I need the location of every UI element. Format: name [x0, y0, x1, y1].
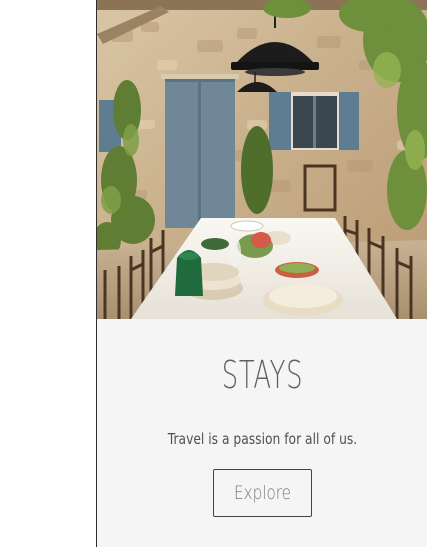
card-content: STAYS Travel is a passion for all of us.… — [97, 319, 427, 547]
page: STAYS Travel is a passion for all of us.… — [0, 0, 427, 547]
card-title: STAYS — [221, 353, 304, 397]
explore-button[interactable]: Explore — [213, 469, 312, 517]
explore-button-label: Explore — [233, 482, 292, 504]
stays-card: STAYS Travel is a passion for all of us.… — [96, 0, 427, 547]
stays-image — [97, 0, 427, 319]
card-tagline: Travel is a passion for all of us. — [167, 430, 358, 448]
farmhouse-dining-illustration — [97, 0, 427, 319]
